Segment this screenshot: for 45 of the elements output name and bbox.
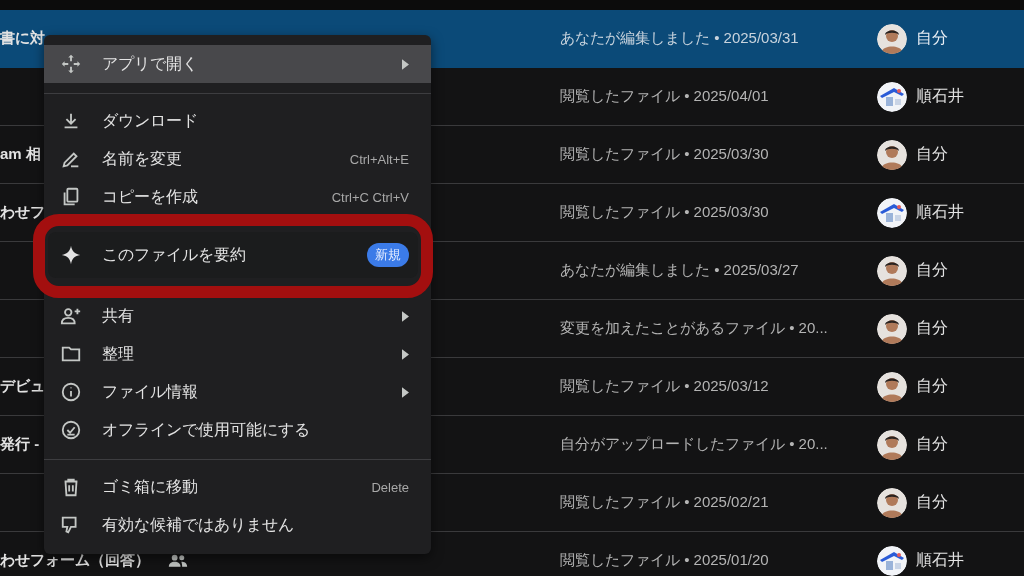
info-icon bbox=[60, 381, 82, 403]
avatar bbox=[877, 487, 907, 518]
activity-text: 閲覧したファイル • 2025/03/30 bbox=[560, 203, 770, 222]
owner-name: 自分 bbox=[916, 492, 948, 512]
person-add-icon bbox=[60, 305, 82, 327]
menu-item[interactable]: 名前を変更 Ctrl+Alt+E bbox=[44, 140, 431, 178]
activity-text: あなたが編集しました • 2025/03/27 bbox=[560, 261, 800, 280]
move-icon bbox=[60, 53, 82, 75]
menu-item[interactable]: ファイル情報 bbox=[44, 373, 431, 411]
file-name: am 相 bbox=[0, 145, 41, 164]
owner-name: 順石井 bbox=[916, 550, 964, 570]
menu-item[interactable]: このファイルを要約 新規 bbox=[48, 232, 418, 278]
activity-text: 閲覧したファイル • 2025/03/12 bbox=[560, 377, 770, 396]
shortcut-text: Ctrl+C Ctrl+V bbox=[331, 189, 409, 205]
avatar bbox=[877, 371, 907, 402]
offline-icon bbox=[60, 419, 82, 441]
owner-name: 順石井 bbox=[916, 202, 964, 222]
activity-text: 自分がアップロードしたファイル • 20... bbox=[560, 435, 829, 454]
shortcut-text: Ctrl+Alt+E bbox=[349, 151, 409, 167]
owner-name: 自分 bbox=[916, 28, 948, 48]
menu-item[interactable]: アプリで開く bbox=[44, 45, 431, 83]
new-badge: 新規 bbox=[367, 243, 409, 267]
activity-text: 変更を加えたことがあるファイル • 20... bbox=[560, 319, 829, 338]
owner-name: 自分 bbox=[916, 318, 948, 338]
file-name: 発行 - bbox=[0, 435, 40, 454]
menu-item[interactable]: 共有 bbox=[44, 297, 431, 335]
owner-name: 自分 bbox=[916, 260, 948, 280]
file-name: デビュ bbox=[0, 377, 45, 396]
avatar bbox=[877, 139, 907, 170]
avatar bbox=[877, 429, 907, 460]
activity-text: 閲覧したファイル • 2025/01/20 bbox=[560, 551, 770, 570]
avatar bbox=[877, 23, 907, 54]
shortcut-text: Delete bbox=[371, 479, 409, 495]
owner-name: 順石井 bbox=[916, 86, 964, 106]
file-name: わせフ bbox=[0, 203, 45, 222]
owner-name: 自分 bbox=[916, 144, 948, 164]
activity-text: 閲覧したファイル • 2025/04/01 bbox=[560, 87, 770, 106]
avatar bbox=[877, 313, 907, 344]
owner-name: 自分 bbox=[916, 434, 948, 454]
activity-text: あなたが編集しました • 2025/03/31 bbox=[560, 29, 800, 48]
file-name: 書に対 bbox=[0, 29, 45, 48]
activity-text: 閲覧したファイル • 2025/03/30 bbox=[560, 145, 770, 164]
avatar bbox=[877, 255, 907, 286]
activity-text: 閲覧したファイル • 2025/02/21 bbox=[560, 493, 770, 512]
owner-name: 自分 bbox=[916, 376, 948, 396]
